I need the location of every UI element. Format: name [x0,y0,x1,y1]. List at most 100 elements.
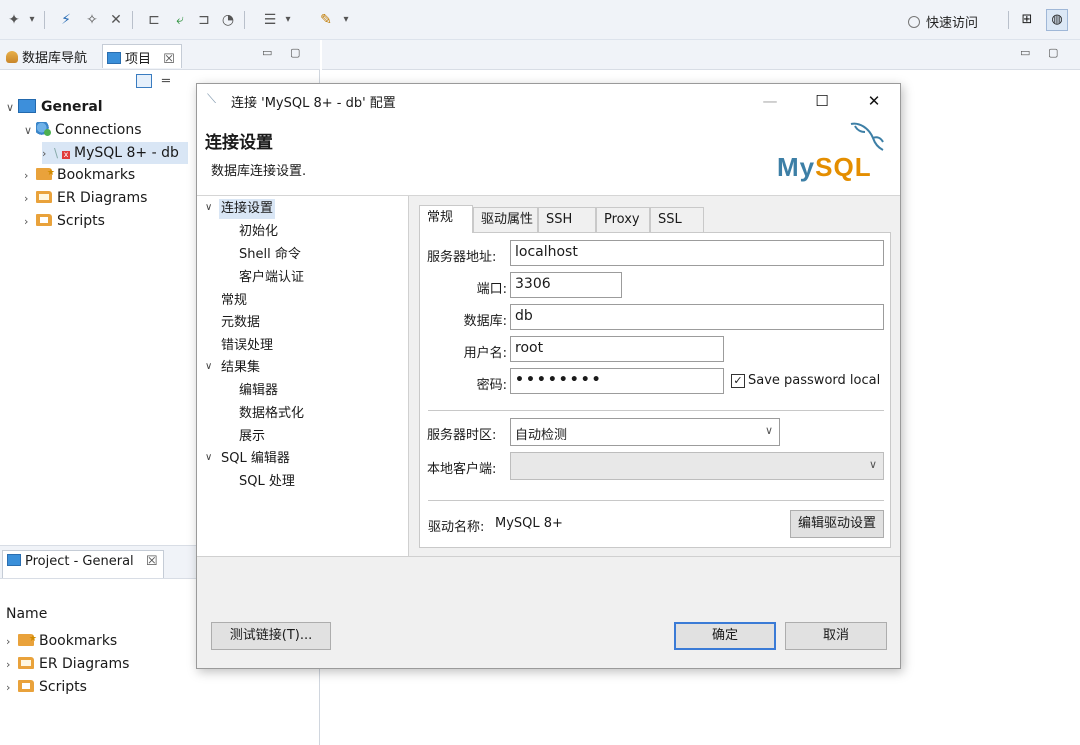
column-header-name[interactable]: Name [6,606,47,622]
new-folder-icon[interactable] [136,74,152,88]
search-icon [908,16,920,28]
chevron-right-icon[interactable]: › [24,211,36,233]
maximize-icon[interactable]: ▢ [290,46,300,59]
header-title: 连接设置 [205,133,273,153]
chevron-down-icon[interactable]: ∨ [205,202,212,213]
tree-label: Bookmarks [57,167,136,183]
maximize-button[interactable]: ☐ [807,90,837,112]
transaction-icon[interactable]: ⊐ [196,12,212,28]
minimize-icon[interactable]: ▭ [262,46,272,59]
tree-item-er-diagrams[interactable]: › ER Diagrams [24,187,147,209]
divider [428,410,884,411]
dropdown-arrow-icon[interactable]: ▾ [338,12,354,28]
username-input[interactable]: root [510,336,724,362]
timezone-label: 服务器时区: [427,428,497,443]
nav-item-error-handling[interactable]: 错误处理 [221,336,273,356]
commit-icon[interactable]: ⊏ [146,12,162,28]
history-icon[interactable]: ◔ [220,12,236,28]
minimize-button[interactable]: — [755,90,785,112]
connect-icon[interactable]: ⚡ [58,12,74,28]
test-connection-button[interactable]: 测试链接(T)... [211,622,331,650]
tree-label: Scripts [39,679,87,695]
chevron-right-icon[interactable]: › [6,677,18,699]
connection-config-dialog: ⟍ 连接 'MySQL 8+ - db' 配置 — ☐ ✕ 连接设置 数据库连接… [196,83,901,669]
nav-item-data-format[interactable]: 数据格式化 [239,404,304,424]
tab-project-general[interactable]: Project - General ☒ [2,550,165,578]
host-input[interactable]: localhost [510,240,884,266]
database-input[interactable]: db [510,304,884,330]
chevron-right-icon[interactable]: › [6,654,18,676]
nav-item-shell[interactable]: Shell 命令 [239,245,301,265]
tab-database-navigator[interactable]: 数据库导航 [2,44,93,68]
nav-item-metadata[interactable]: 元数据 [221,313,260,333]
local-client-select[interactable]: ∨ [510,452,884,480]
minimize-icon[interactable]: ▭ [1020,46,1030,59]
disconnect-all-icon[interactable]: ✕ [108,12,124,28]
dropdown-arrow-icon[interactable]: ▾ [280,12,296,28]
tools-icon[interactable]: ✎ [318,12,334,28]
editor-tab-bar: ▭ ▢ [322,40,1080,70]
chevron-right-icon[interactable]: › [24,165,36,187]
chevron-right-icon[interactable]: › [6,631,18,653]
tree-label: Scripts [57,213,105,229]
tab-projects[interactable]: 项目 ☒ [102,44,182,68]
dropdown-arrow-icon[interactable]: ▾ [24,12,40,28]
close-button[interactable]: ✕ [859,90,889,112]
list-item-scripts[interactable]: › Scripts [6,676,87,698]
new-connection-icon[interactable]: ✦ [6,12,22,28]
tab-general[interactable]: 常规 [419,205,473,233]
collapse-icon[interactable]: ═ [162,74,170,89]
tree-label: Connections [55,122,142,138]
header-subtitle: 数据库连接设置. [211,164,307,179]
nav-item-result-sets[interactable]: 结果集 [221,358,260,378]
tab-driver-properties[interactable]: 驱动属性 [473,207,538,233]
tab-ssh[interactable]: SSH [538,207,596,233]
nav-item-init[interactable]: 初始化 [239,222,278,242]
nav-item-conn-settings[interactable]: 连接设置 [219,199,276,219]
chevron-down-icon[interactable]: ∨ [6,97,18,119]
chevron-down-icon[interactable]: ∨ [205,452,212,463]
er-diagrams-folder-icon [36,191,52,203]
timezone-select[interactable]: 自动检测 ∨ [510,418,780,446]
nav-item-client-auth[interactable]: 客户端认证 [239,268,304,288]
tab-proxy[interactable]: Proxy [596,207,650,233]
toolbar-separator [244,11,245,29]
close-icon[interactable]: ☒ [163,52,175,67]
list-icon[interactable]: ☰ [262,12,278,28]
maximize-icon[interactable]: ▢ [1048,46,1058,59]
tree-item-general[interactable]: ∨ General [6,96,103,118]
list-item-er-diagrams[interactable]: › ER Diagrams [6,653,129,675]
nav-item-sql-processing[interactable]: SQL 处理 [239,472,295,492]
chevron-down-icon[interactable]: ∨ [24,120,36,142]
logo-sql: SQL [815,152,872,182]
tree-item-bookmarks[interactable]: › Bookmarks [24,162,136,187]
toolbar-separator [1008,11,1009,29]
password-input[interactable]: •••••••• [510,368,724,394]
tree-item-scripts[interactable]: › Scripts [24,210,105,232]
chevron-right-icon[interactable]: › [24,188,36,210]
save-password-checkbox[interactable]: ✓ [731,374,745,388]
tree-item-mysql-connection[interactable]: ›MySQL 8+ - db [42,142,188,164]
nav-item-general[interactable]: 常规 [221,291,247,311]
rollback-icon[interactable]: ⤶ [172,12,188,28]
cancel-button[interactable]: 取消 [785,622,887,650]
nav-item-sql-editor[interactable]: SQL 编辑器 [221,449,290,469]
project-icon [7,554,21,566]
quick-access[interactable]: 快速访问 [908,12,978,31]
close-icon[interactable]: ☒ [146,554,158,569]
nav-item-presentation[interactable]: 展示 [239,427,265,447]
nav-item-editors[interactable]: 编辑器 [239,381,278,401]
save-password-label[interactable]: Save password local [748,373,880,388]
dialog-titlebar[interactable]: ⟍ 连接 'MySQL 8+ - db' 配置 — ☐ ✕ [197,84,900,118]
ok-button[interactable]: 确定 [674,622,776,650]
open-perspective-icon[interactable]: ⊞ [1016,9,1038,31]
disconnect-icon[interactable]: ✧ [84,12,100,28]
edit-driver-button[interactable]: 编辑驱动设置 [790,510,884,538]
chevron-down-icon[interactable]: ∨ [205,361,212,372]
port-input[interactable]: 3306 [510,272,622,298]
tree-item-connections[interactable]: ∨ Connections [24,119,142,141]
main-toolbar: ✦ ▾ ⚡ ✧ ✕ ⊏ ⤶ ⊐ ◔ ☰ ▾ ✎ ▾ 快速访问 ⊞ ◍ [0,0,1080,40]
dbeaver-perspective-icon[interactable]: ◍ [1046,9,1068,31]
tab-ssl[interactable]: SSL [650,207,704,233]
list-item-bookmarks[interactable]: › Bookmarks [6,628,117,653]
